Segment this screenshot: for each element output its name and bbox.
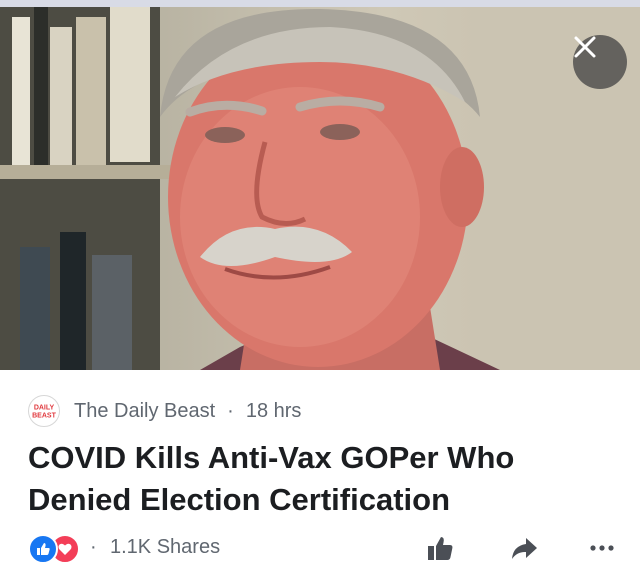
more-options-icon (590, 545, 614, 551)
shares-count[interactable]: 1.1K Shares (110, 536, 220, 559)
more-options-button[interactable] (584, 530, 620, 566)
close-icon (574, 36, 596, 58)
thumbs-up-icon (428, 537, 453, 560)
svg-text:DAILY: DAILY (34, 405, 55, 412)
man-portrait-image (0, 7, 640, 370)
close-button[interactable] (573, 35, 627, 89)
daily-beast-logo-icon: DAILY BEAST (32, 402, 57, 420)
article-photo[interactable] (0, 7, 640, 370)
reaction-summary[interactable] (28, 534, 80, 564)
source-name[interactable]: The Daily Beast (74, 400, 215, 423)
daily-beast-logo[interactable]: DAILY BEAST (28, 395, 60, 427)
share-arrow-icon (512, 538, 537, 559)
article-headline[interactable]: COVID Kills Anti-Vax GOPer Who Denied El… (28, 437, 618, 521)
like-button[interactable] (422, 530, 458, 566)
top-strip (0, 0, 640, 7)
post-time[interactable]: 18 hrs (246, 400, 302, 423)
meta-separator: · (227, 399, 234, 422)
shares-separator: · (90, 536, 97, 558)
post-meta: DAILY BEAST The Daily Beast · 18 hrs (28, 395, 301, 427)
love-icon (58, 543, 72, 555)
like-reaction-icon (28, 534, 58, 564)
share-button[interactable] (506, 530, 542, 566)
post-footer: · 1.1K Shares (24, 528, 624, 568)
like-icon (37, 543, 50, 555)
svg-text:BEAST: BEAST (32, 413, 56, 420)
